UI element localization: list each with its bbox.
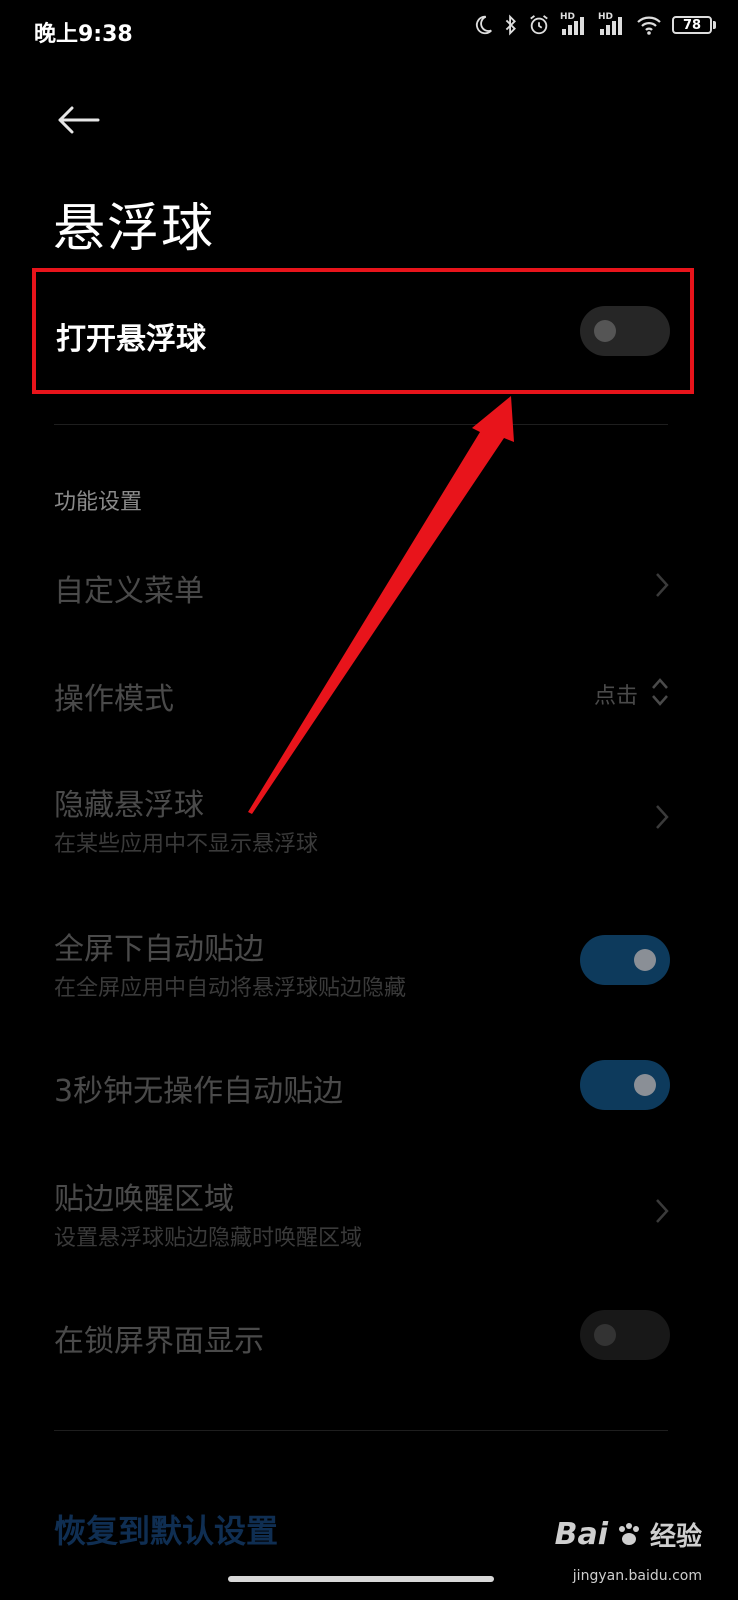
chevron-up-down-icon	[652, 678, 668, 706]
divider	[54, 424, 668, 425]
hide-floating-ball-label: 隐藏悬浮球	[54, 788, 204, 823]
watermark-text: 经验	[649, 1522, 702, 1552]
custom-menu-label: 自定义菜单	[54, 574, 204, 609]
lockscreen-toggle[interactable]	[580, 1310, 670, 1360]
fullscreen-edge-subtitle: 在全屏应用中自动将悬浮球贴边隐藏	[54, 976, 407, 1001]
alarm-icon	[530, 15, 548, 35]
fullscreen-edge-label: 全屏下自动贴边	[54, 932, 264, 967]
annotation-highlight-box	[32, 268, 694, 394]
fullscreen-edge-toggle[interactable]	[580, 935, 670, 985]
idle-edge-label: 3秒钟无操作自动贴边	[54, 1074, 344, 1109]
back-button[interactable]	[54, 96, 102, 144]
reset-defaults-button[interactable]: 恢复到默认设置	[54, 1506, 278, 1552]
back-arrow-icon	[58, 106, 100, 134]
hide-floating-ball-subtitle: 在某些应用中不显示悬浮球	[54, 832, 319, 857]
operation-mode-value: 点击	[593, 684, 638, 709]
chevron-right-icon	[656, 805, 669, 829]
wake-area-label: 贴边唤醒区域	[54, 1182, 234, 1217]
wake-area-subtitle: 设置悬浮球贴边隐藏时唤醒区域	[54, 1226, 363, 1251]
status-time: 晚上9:38	[34, 22, 133, 47]
section-header: 功能设置	[54, 490, 143, 515]
wifi-icon	[637, 16, 661, 35]
paw-icon	[618, 1522, 639, 1545]
signal-icon-1: HD	[560, 12, 588, 36]
status-icons: HD HD 78	[472, 12, 716, 36]
home-indicator[interactable]	[228, 1576, 494, 1582]
idle-edge-toggle[interactable]	[580, 1060, 670, 1110]
page-title: 悬浮球	[53, 199, 216, 259]
chevron-right-icon	[656, 573, 669, 597]
chevron-right-icon	[656, 1199, 669, 1223]
divider	[54, 1430, 668, 1431]
toggle-knob	[634, 949, 656, 971]
toggle-knob	[594, 1324, 616, 1346]
baidu-watermark: Bai 经验	[555, 1516, 702, 1553]
toggle-knob	[634, 1074, 656, 1096]
watermark-brand: Bai	[554, 1517, 608, 1552]
moon-icon	[475, 15, 492, 35]
bluetooth-icon	[505, 14, 516, 36]
operation-mode-label: 操作模式	[54, 682, 174, 717]
signal-icon-2: HD	[598, 12, 626, 36]
battery-level: 78	[672, 16, 712, 34]
lockscreen-label: 在锁屏界面显示	[54, 1324, 264, 1359]
watermark-url: jingyan.baidu.com	[572, 1568, 702, 1584]
battery-icon: 78	[672, 16, 716, 34]
